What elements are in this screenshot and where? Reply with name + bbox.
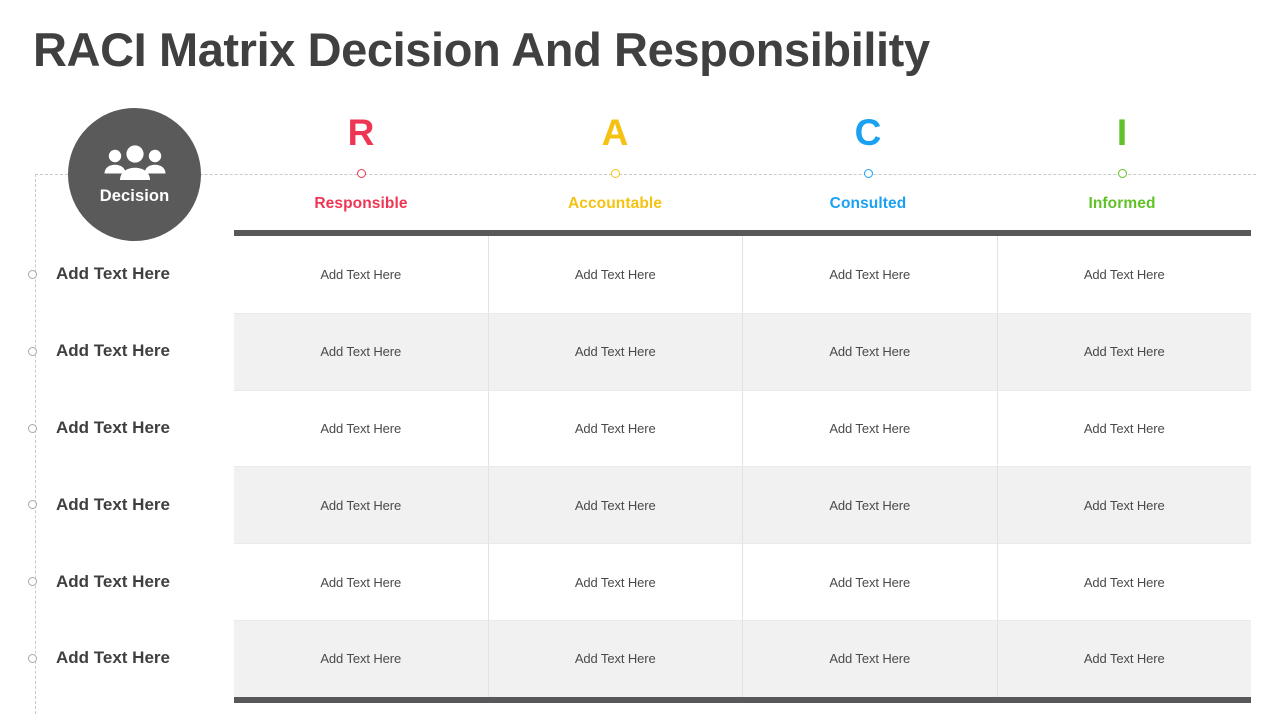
table-cell[interactable]: Add Text Here xyxy=(489,390,743,467)
row-label-text: Add Text Here xyxy=(56,264,170,284)
table-row: Add Text Here Add Text Here Add Text Here A… xyxy=(234,619,1252,697)
table-cell[interactable]: Add Text Here xyxy=(489,236,743,313)
decision-badge-label: Decision xyxy=(99,186,170,205)
table-row: Add Text Here Add Text Here Add Text Here A… xyxy=(234,389,1252,467)
table-cell[interactable]: Add Text Here xyxy=(743,236,998,313)
column-letter-c: C xyxy=(854,112,882,153)
table-cell[interactable]: Add Text Here xyxy=(489,544,743,620)
table-cell[interactable]: Add Text Here xyxy=(998,236,1252,313)
table-cell[interactable]: Add Text Here xyxy=(743,313,998,390)
table-cell[interactable]: Add Text Here xyxy=(743,620,998,697)
column-name-informed: Informed xyxy=(1088,195,1156,212)
column-marker-c-icon xyxy=(863,169,873,178)
column-header-responsible[interactable]: R Responsible xyxy=(271,112,451,213)
row-label-text: Add Text Here xyxy=(56,648,170,668)
row-label-0[interactable]: Add Text Here xyxy=(28,262,238,286)
table-cell[interactable]: Add Text Here xyxy=(234,390,489,467)
table-cell[interactable]: Add Text Here xyxy=(234,313,489,390)
table-cell[interactable]: Add Text Here xyxy=(234,544,489,620)
column-name-consulted: Consulted xyxy=(829,195,907,212)
column-header-accountable[interactable]: A Accountable xyxy=(525,112,705,213)
row-label-text: Add Text Here xyxy=(56,494,170,514)
column-letter-a: A xyxy=(601,112,629,153)
table-cell[interactable]: Add Text Here xyxy=(743,390,998,467)
column-header-informed[interactable]: I Informed xyxy=(1032,112,1212,213)
vertical-guide-line xyxy=(35,174,36,714)
table-cell[interactable]: Add Text Here xyxy=(998,314,1252,390)
column-marker-a-icon xyxy=(610,169,620,178)
row-label-text: Add Text Here xyxy=(56,341,170,361)
column-header-consulted[interactable]: C Consulted xyxy=(778,112,958,213)
table-cell[interactable]: Add Text Here xyxy=(234,620,489,697)
people-group-icon xyxy=(104,144,165,180)
table-row: Add Text Here Add Text Here Add Text Here A… xyxy=(234,312,1252,390)
column-name-responsible: Responsible xyxy=(314,195,408,212)
column-marker-r-icon xyxy=(356,169,366,178)
column-letter-i: I xyxy=(1116,112,1128,153)
row-label-3[interactable]: Add Text Here xyxy=(28,493,238,517)
row-marker-icon xyxy=(28,269,37,279)
row-marker-icon xyxy=(28,500,37,510)
raci-matrix-table: Add Text Here Add Text Here Add Text Here A… xyxy=(234,230,1251,703)
decision-badge[interactable]: Decision xyxy=(68,108,201,241)
row-label-1[interactable]: Add Text Here xyxy=(28,339,238,363)
table-cell[interactable]: Add Text Here xyxy=(998,467,1252,543)
table-cell[interactable]: Add Text Here xyxy=(743,544,998,620)
table-cell[interactable]: Add Text Here xyxy=(998,544,1252,620)
row-marker-icon xyxy=(28,653,37,663)
table-cell[interactable]: Add Text Here xyxy=(234,467,489,544)
table-cell[interactable]: Add Text Here xyxy=(489,620,743,697)
column-letter-r: R xyxy=(347,112,375,153)
column-name-accountable: Accountable xyxy=(567,195,663,212)
row-label-5[interactable]: Add Text Here xyxy=(28,646,238,670)
table-cell[interactable]: Add Text Here xyxy=(489,467,743,544)
slide-canvas: RACI Matrix Decision And Responsibility … xyxy=(0,0,1280,720)
table-cell[interactable]: Add Text Here xyxy=(998,391,1252,467)
row-marker-icon xyxy=(28,346,37,356)
table-cell[interactable]: Add Text Here xyxy=(489,313,743,390)
row-marker-icon xyxy=(28,577,37,587)
table-row: Add Text Here Add Text Here Add Text Here A… xyxy=(234,543,1251,620)
row-label-text: Add Text Here xyxy=(56,418,170,437)
row-label-text: Add Text Here xyxy=(56,571,170,591)
row-label-4[interactable]: Add Text Here xyxy=(28,570,238,594)
row-marker-icon xyxy=(28,423,37,433)
table-row: Add Text Here Add Text Here Add Text Here A… xyxy=(234,236,1251,313)
table-row: Add Text Here Add Text Here Add Text Here A… xyxy=(234,466,1252,544)
page-title: RACI Matrix Decision And Responsibility xyxy=(33,23,930,76)
table-cell[interactable]: Add Text Here xyxy=(743,467,998,544)
table-cell[interactable]: Add Text Here xyxy=(998,621,1252,697)
row-label-2[interactable]: Add Text Here xyxy=(28,416,238,440)
column-marker-i-icon xyxy=(1117,169,1127,178)
table-cell[interactable]: Add Text Here xyxy=(234,236,489,313)
